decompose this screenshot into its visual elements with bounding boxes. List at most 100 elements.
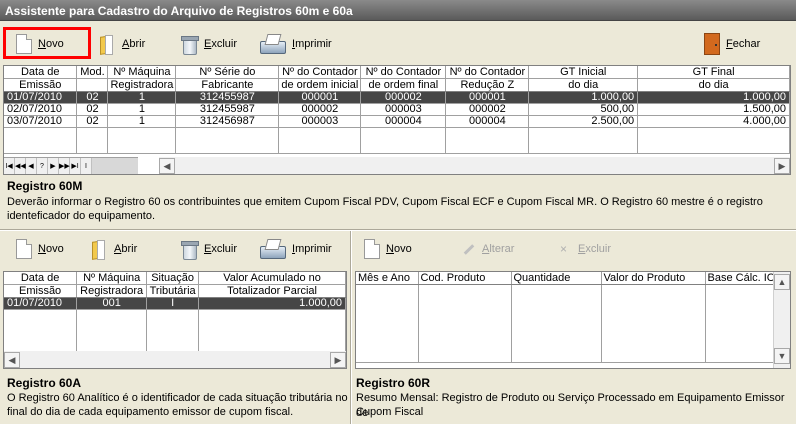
col-header[interactable]: Mod. <box>76 66 109 79</box>
col-header[interactable]: Nº Série do <box>175 66 280 79</box>
imprimir-60a-button[interactable]: Imprimir <box>252 235 338 263</box>
nav-last-button[interactable]: ▶I <box>70 158 81 174</box>
col-header[interactable]: Nº do Contador <box>360 66 447 79</box>
cell[interactable]: 1.000,00 <box>637 91 790 104</box>
col-header[interactable]: Valor do Produto <box>601 272 706 285</box>
grid-60m-hscroll[interactable]: ◀ ▶ <box>159 157 790 174</box>
cell[interactable]: 312455987 <box>175 103 280 116</box>
printer-icon <box>258 33 286 55</box>
table-row[interactable]: 03/07/2010 02 1 312456987 000003 000004 … <box>4 115 790 128</box>
scroll-left-button[interactable]: ◀ <box>4 351 20 368</box>
scroll-down-button[interactable]: ▼ <box>774 348 790 364</box>
col-header[interactable]: Quantidade <box>511 272 602 285</box>
cell[interactable]: 000002 <box>360 91 447 104</box>
fechar-button[interactable]: Fechar <box>698 30 766 58</box>
imprimir-button[interactable]: Imprimir <box>252 30 338 58</box>
scroll-right-button[interactable]: ▶ <box>774 157 790 174</box>
col-header[interactable]: Nº do Contador <box>278 66 362 79</box>
grid-60r[interactable]: Mês e Ano Cod. Produto Quantidade Valor … <box>355 271 791 369</box>
delete-x-icon: × <box>560 242 568 256</box>
excluir-button[interactable]: Excluir <box>174 30 243 58</box>
window-title: Assistente para Cadastro do Arquivo de R… <box>0 0 796 21</box>
col-header-sub: Emissão <box>4 284 78 298</box>
cell[interactable]: I <box>146 297 200 310</box>
cell[interactable]: 001 <box>76 297 148 310</box>
col-header[interactable]: Data de <box>4 272 78 285</box>
col-header-sub: do dia <box>528 78 639 92</box>
grid-60a[interactable]: Data de Nº Máquina Situação Valor Acumul… <box>3 271 347 369</box>
cell[interactable]: 2.500,00 <box>528 115 639 128</box>
col-header[interactable]: Valor Acumulado no <box>198 272 346 285</box>
cell[interactable]: 000001 <box>445 91 530 104</box>
nav-first-button[interactable]: I◀ <box>4 158 15 174</box>
alterar-60r-button[interactable]: Alterar <box>454 235 520 263</box>
col-header[interactable]: Mês e Ano <box>356 272 419 285</box>
cell[interactable]: 500,00 <box>528 103 639 116</box>
cell[interactable]: 02 <box>76 103 109 116</box>
abrir-60a-button[interactable]: Abrir <box>84 235 143 263</box>
nav-prior-page-button[interactable]: ◀◀ <box>15 158 26 174</box>
cell[interactable]: 03/07/2010 <box>4 115 78 128</box>
cell[interactable]: 312456987 <box>175 115 280 128</box>
excluir-60a-button[interactable]: Excluir <box>174 235 243 263</box>
novo-60a-button[interactable]: Novo <box>10 235 70 263</box>
trash-icon <box>180 33 199 55</box>
cell[interactable]: 02/07/2010 <box>4 103 78 116</box>
cell[interactable]: 1 <box>107 91 177 104</box>
cell[interactable]: 000002 <box>278 103 362 116</box>
nav-search-button[interactable]: ? <box>37 158 48 174</box>
table-row[interactable]: 02/07/2010 02 1 312455987 000002 000003 … <box>4 103 790 116</box>
grid-60a-hscroll[interactable]: ◀ ▶ <box>4 351 346 368</box>
col-header[interactable]: Situação <box>146 272 200 285</box>
table-row[interactable] <box>356 284 778 363</box>
col-header[interactable]: Data de <box>4 66 78 79</box>
col-header[interactable]: GT Final <box>637 66 790 79</box>
col-header[interactable]: GT Inicial <box>528 66 639 79</box>
table-row[interactable]: 01/07/2010 02 1 312455987 000001 000002 … <box>4 91 790 104</box>
cell[interactable]: 1.000,00 <box>528 91 639 104</box>
trash-icon <box>180 238 199 260</box>
scroll-left-button[interactable]: ◀ <box>159 157 175 174</box>
cell[interactable]: 01/07/2010 <box>4 91 78 104</box>
scroll-right-button[interactable]: ▶ <box>330 351 346 368</box>
cell[interactable]: 1.500,00 <box>637 103 790 116</box>
cell[interactable]: 000003 <box>278 115 362 128</box>
cell[interactable]: 02 <box>76 91 109 104</box>
cell[interactable]: 000003 <box>360 103 447 116</box>
col-header[interactable]: Nº do Contador <box>445 66 530 79</box>
open-folder-icon <box>98 34 116 55</box>
cell[interactable]: 4.000,00 <box>637 115 790 128</box>
table-row[interactable] <box>4 127 790 154</box>
col-header[interactable]: Base Cálc. IC <box>705 272 778 285</box>
grid-60m[interactable]: Data de Mod. Nº Máquina Nº Série do Nº d… <box>3 65 791 175</box>
scroll-track[interactable] <box>774 290 790 348</box>
cell[interactable]: 000001 <box>278 91 362 104</box>
novo-60r-button[interactable]: Novo <box>358 235 418 263</box>
grid-60m-header: Data de Mod. Nº Máquina Nº Série do Nº d… <box>4 66 790 92</box>
col-header-sub: Registradora <box>76 284 148 298</box>
scroll-up-button[interactable]: ▲ <box>774 274 790 290</box>
cell[interactable]: 312455987 <box>175 91 280 104</box>
section-60r-title: Registro 60R <box>356 376 431 390</box>
cell[interactable]: 02 <box>76 115 109 128</box>
cell[interactable]: 1 <box>107 103 177 116</box>
col-header-sub: de ordem inicial <box>278 78 362 92</box>
cell[interactable]: 01/07/2010 <box>4 297 78 310</box>
abrir-button[interactable]: Abrir <box>92 30 151 58</box>
nav-prior-button[interactable]: ◀ <box>26 158 37 174</box>
col-header[interactable]: Nº Máquina <box>107 66 177 79</box>
cell[interactable]: 000004 <box>360 115 447 128</box>
cell[interactable]: 000004 <box>445 115 530 128</box>
col-header[interactable]: Cod. Produto <box>418 272 512 285</box>
cell[interactable]: 000002 <box>445 103 530 116</box>
excluir-60r-button[interactable]: × Excluir <box>554 235 617 263</box>
nav-insert-button[interactable]: I <box>81 158 92 174</box>
cell[interactable]: 1 <box>107 115 177 128</box>
table-row[interactable]: 01/07/2010 001 I 1.000,00 <box>4 297 346 310</box>
grid-60r-table: Mês e Ano Cod. Produto Quantidade Valor … <box>356 272 778 363</box>
nav-next-page-button[interactable]: ▶▶ <box>59 158 70 174</box>
cell[interactable]: 1.000,00 <box>198 297 346 310</box>
col-header[interactable]: Nº Máquina <box>76 272 148 285</box>
nav-next-button[interactable]: ▶ <box>48 158 59 174</box>
grid-60r-vscroll[interactable]: ▲ ▼ <box>773 272 790 368</box>
